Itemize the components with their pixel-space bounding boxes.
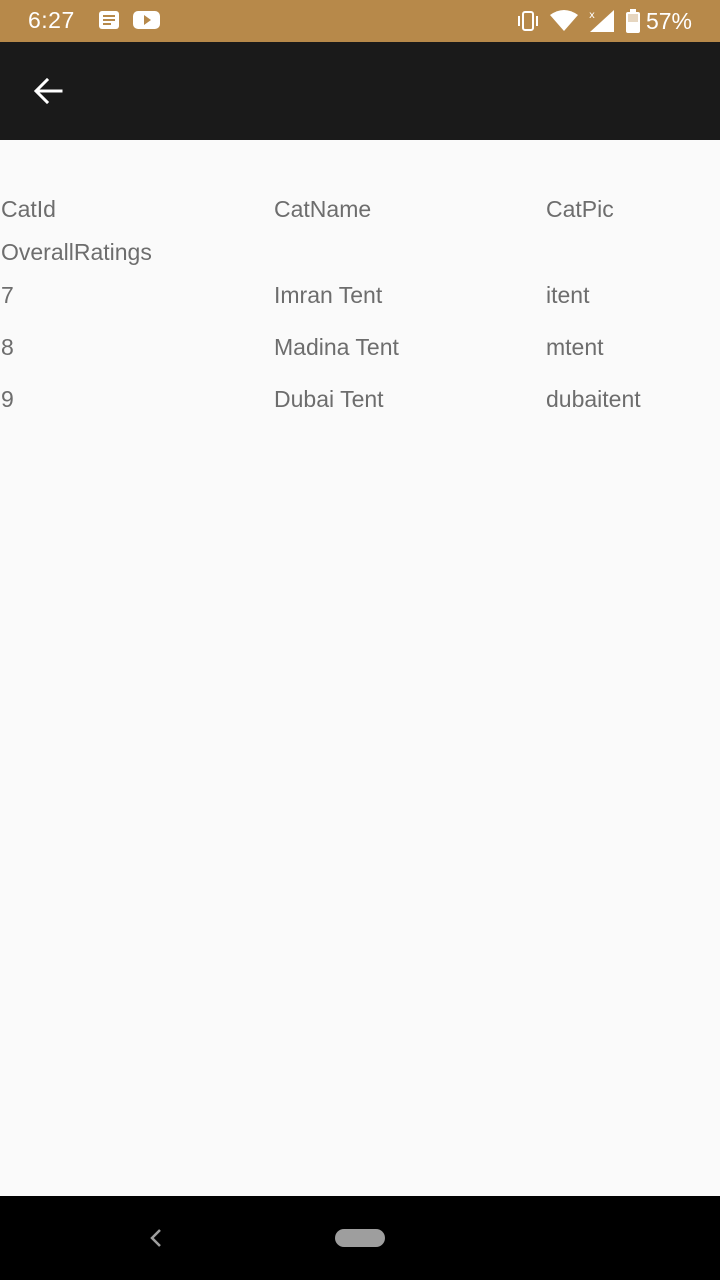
home-pill-icon[interactable] — [335, 1229, 385, 1247]
navigation-bar — [0, 1196, 720, 1280]
message-icon — [98, 10, 120, 30]
cell-catpic: itent — [546, 282, 590, 308]
nav-back-button[interactable] — [140, 1222, 172, 1254]
youtube-icon — [133, 10, 160, 30]
category-table: CatId CatName CatPic OverallRatings 7 Im… — [0, 192, 720, 435]
battery-percent: 57% — [645, 7, 692, 34]
cell-catname: Imran Tent — [274, 282, 383, 308]
svg-text:x: x — [589, 10, 595, 21]
wifi-icon — [549, 10, 578, 32]
header-catpic: CatPic — [546, 196, 614, 222]
table-row: 7 Imran Tent itent — [0, 279, 720, 331]
status-time: 6:27 — [28, 7, 75, 33]
vibrate-icon — [516, 10, 540, 32]
header-catname: CatName — [274, 196, 372, 222]
status-bar: 6:27 x 57% — [0, 0, 720, 42]
table-row: 8 Madina Tent mtent — [0, 331, 720, 383]
content-area: CatId CatName CatPic OverallRatings 7 Im… — [0, 140, 720, 1196]
cell-catname: Madina Tent — [274, 334, 399, 360]
chevron-left-icon — [150, 1229, 161, 1247]
battery-icon — [625, 9, 640, 33]
cell-catid: 8 — [1, 334, 14, 360]
cell-catname: Dubai Tent — [274, 386, 384, 412]
arrow-left-icon — [33, 78, 63, 104]
cell-catpic: mtent — [546, 334, 604, 360]
table-header-row-2: OverallRatings — [0, 236, 720, 279]
back-button[interactable] — [24, 67, 72, 115]
table-header-row: CatId CatName CatPic — [0, 192, 720, 236]
cell-catid: 9 — [1, 386, 14, 412]
header-catid: CatId — [1, 196, 56, 222]
header-overallratings: OverallRatings — [1, 239, 152, 265]
signal-icon: x — [588, 8, 616, 34]
table-row: 9 Dubai Tent dubaitent — [0, 383, 720, 435]
cell-catid: 7 — [1, 282, 14, 308]
app-bar — [0, 42, 720, 140]
cell-catpic: dubaitent — [546, 386, 641, 412]
